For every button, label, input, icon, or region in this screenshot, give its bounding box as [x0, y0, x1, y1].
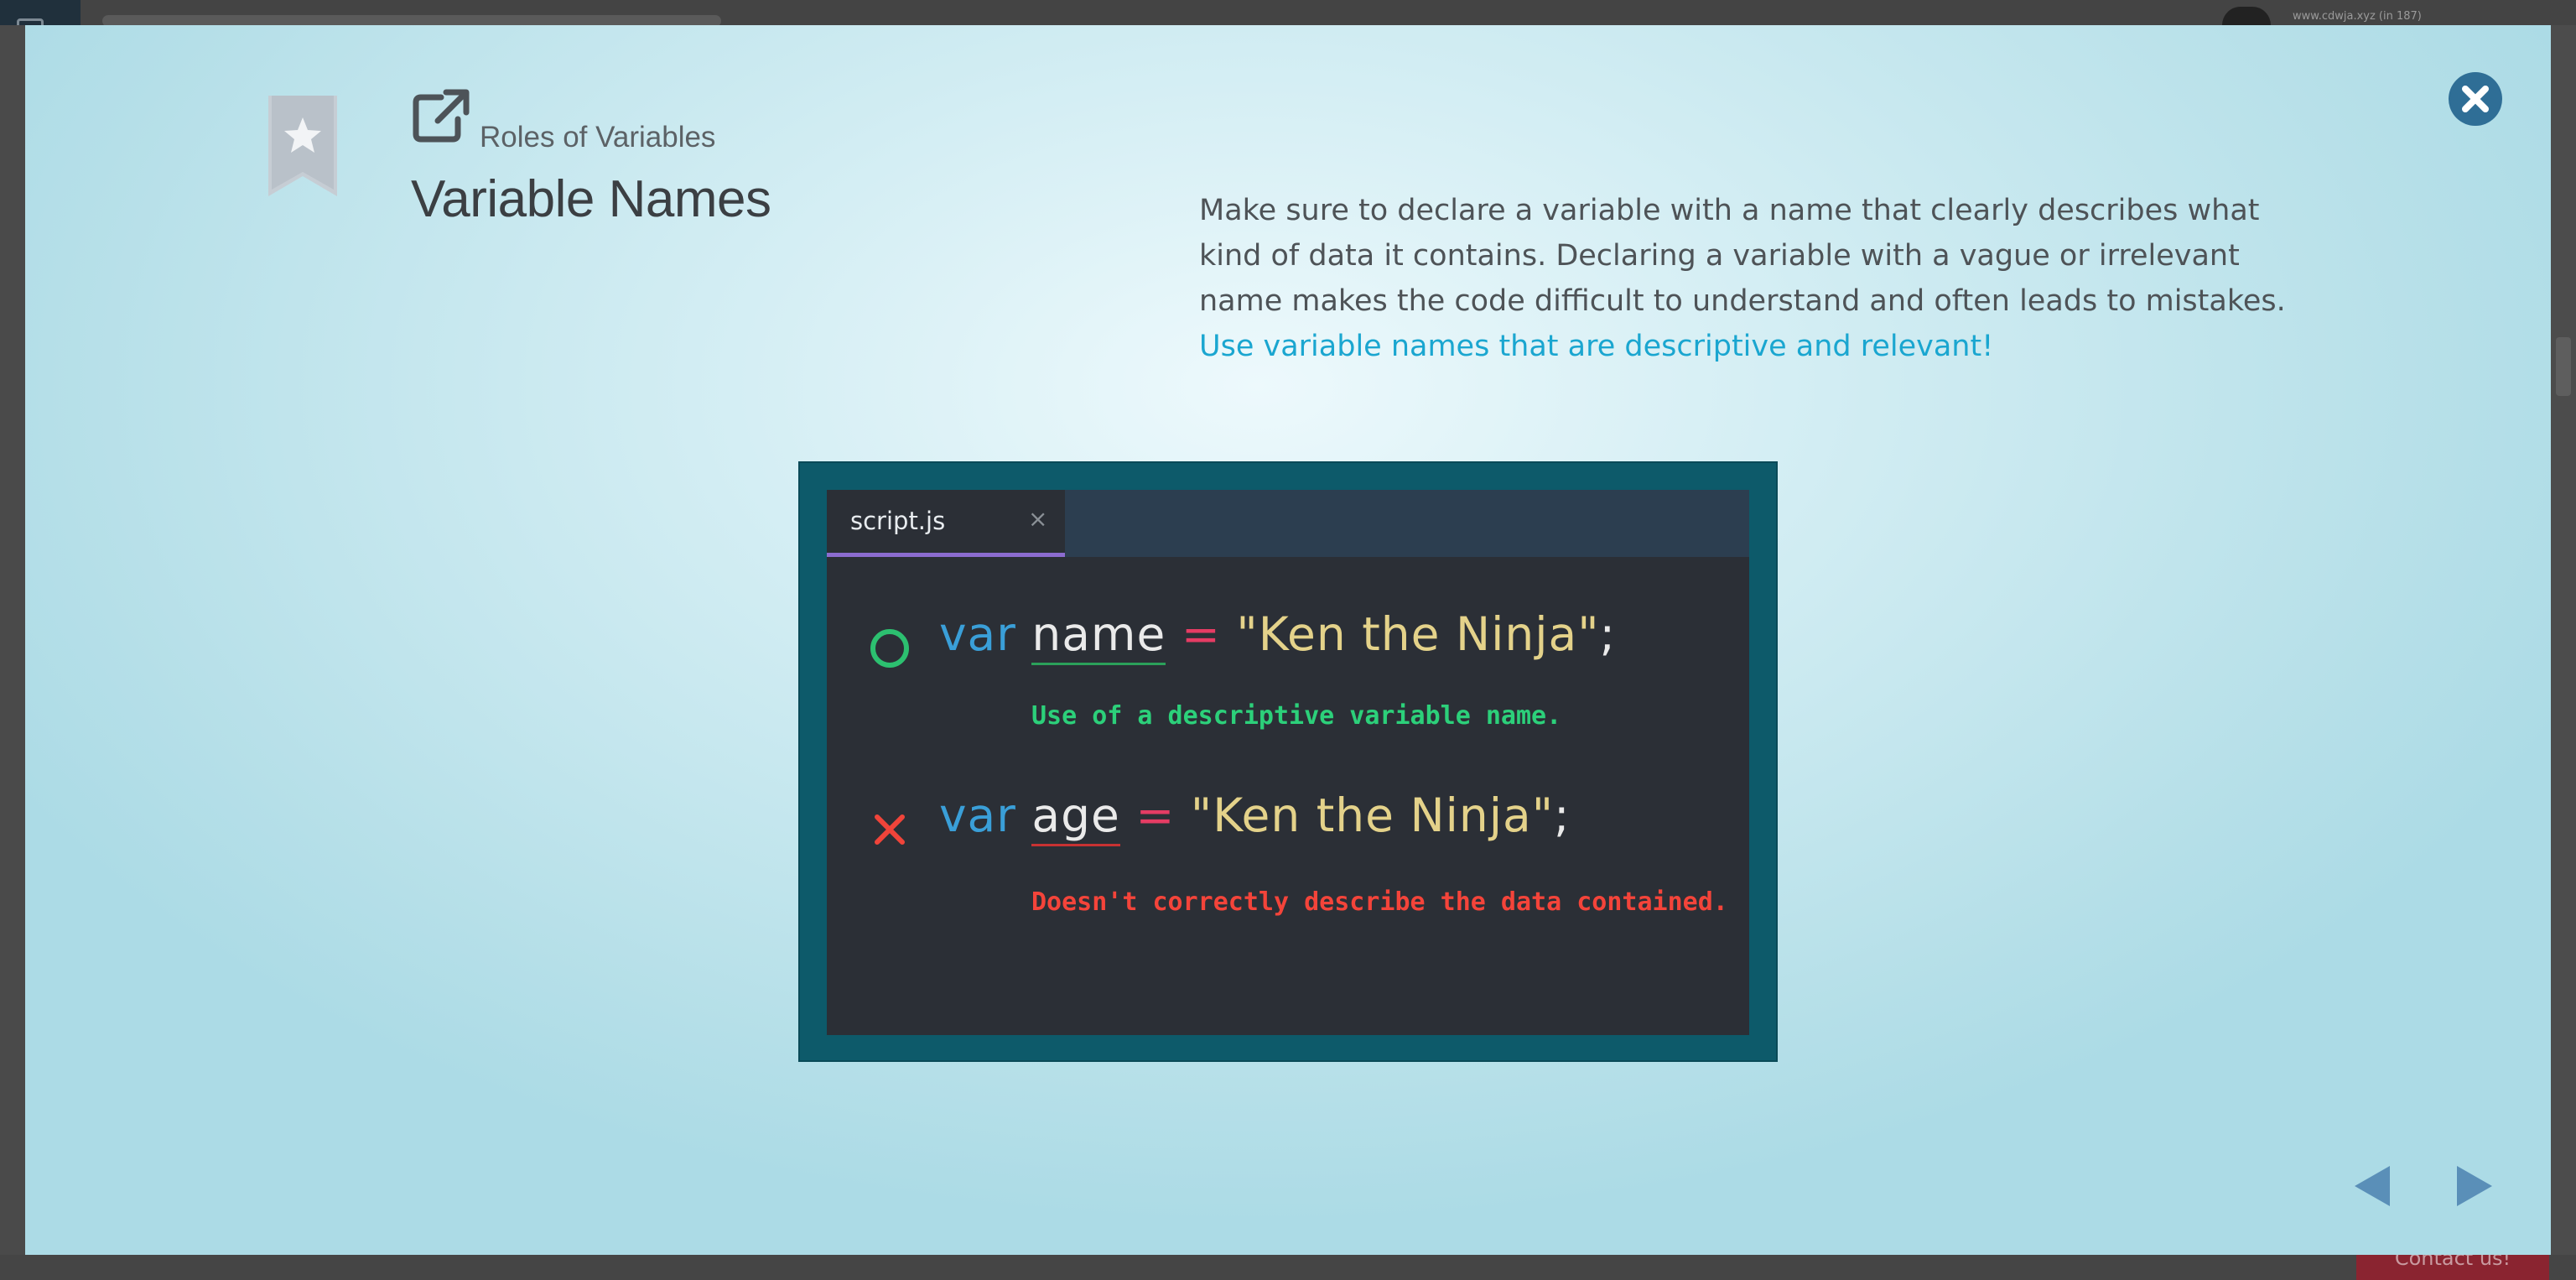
bookmark-button[interactable] [268, 96, 337, 196]
code-identifier: name [1031, 607, 1166, 665]
close-icon [2462, 86, 2489, 112]
code-string: "Ken the Ninja" [1190, 788, 1555, 842]
code-operator: = [1135, 788, 1176, 842]
arrow-right-icon [2457, 1166, 2492, 1206]
slide-modal: Roles of Variables Variable Names Make s… [25, 25, 2551, 1255]
code-note-good: Use of a descriptive variable name. [1031, 701, 1562, 731]
description-highlight: Use variable names that are descriptive … [1199, 330, 1994, 363]
code-line-good: var name = "Ken the Ninja"; [939, 607, 1617, 665]
tab-script-js[interactable]: script.js × [827, 490, 1065, 557]
external-link-icon[interactable] [411, 89, 470, 144]
background-url-text: www.cdwja.xyz (in 187) [2293, 10, 2422, 23]
circle-icon [870, 629, 909, 668]
code-note-bad: Doesn't correctly describe the data cont… [1031, 887, 1728, 917]
cross-icon [875, 814, 905, 845]
description-body: Make sure to declare a variable with a n… [1199, 194, 2286, 318]
close-button[interactable] [2449, 72, 2502, 126]
code-illustration: script.js × var name = "Ken the Ninja"; … [798, 461, 1778, 1062]
code-identifier: age [1031, 788, 1120, 846]
scrollbar-thumb[interactable] [2556, 337, 2571, 396]
code-keyword: var [939, 788, 1016, 842]
code-operator: = [1181, 607, 1221, 661]
background-bottom-bar [0, 1255, 2576, 1280]
arrow-left-icon [2355, 1166, 2390, 1206]
code-terminator: ; [1599, 607, 1617, 661]
background-left-sidebar [0, 25, 25, 1280]
code-keyword: var [939, 607, 1016, 661]
page-title: Variable Names [411, 170, 771, 228]
editor-tab-bar: script.js × [827, 490, 1749, 557]
category-link[interactable]: Roles of Variables [480, 121, 715, 154]
tab-close-icon[interactable]: × [1028, 505, 1047, 533]
code-terminator: ; [1554, 788, 1571, 842]
bookmark-star-icon [268, 96, 337, 196]
code-editor: script.js × var name = "Ken the Ninja"; … [827, 490, 1749, 1035]
next-slide-button[interactable] [2454, 1163, 2496, 1210]
code-line-bad: var age = "Ken the Ninja"; [939, 788, 1571, 846]
tab-label: script.js [850, 507, 946, 535]
background-scrollbar[interactable] [2551, 25, 2576, 1280]
code-string: "Ken the Ninja" [1236, 607, 1600, 661]
previous-slide-button[interactable] [2351, 1163, 2393, 1210]
description-text: Make sure to declare a variable with a n… [1199, 188, 2289, 369]
